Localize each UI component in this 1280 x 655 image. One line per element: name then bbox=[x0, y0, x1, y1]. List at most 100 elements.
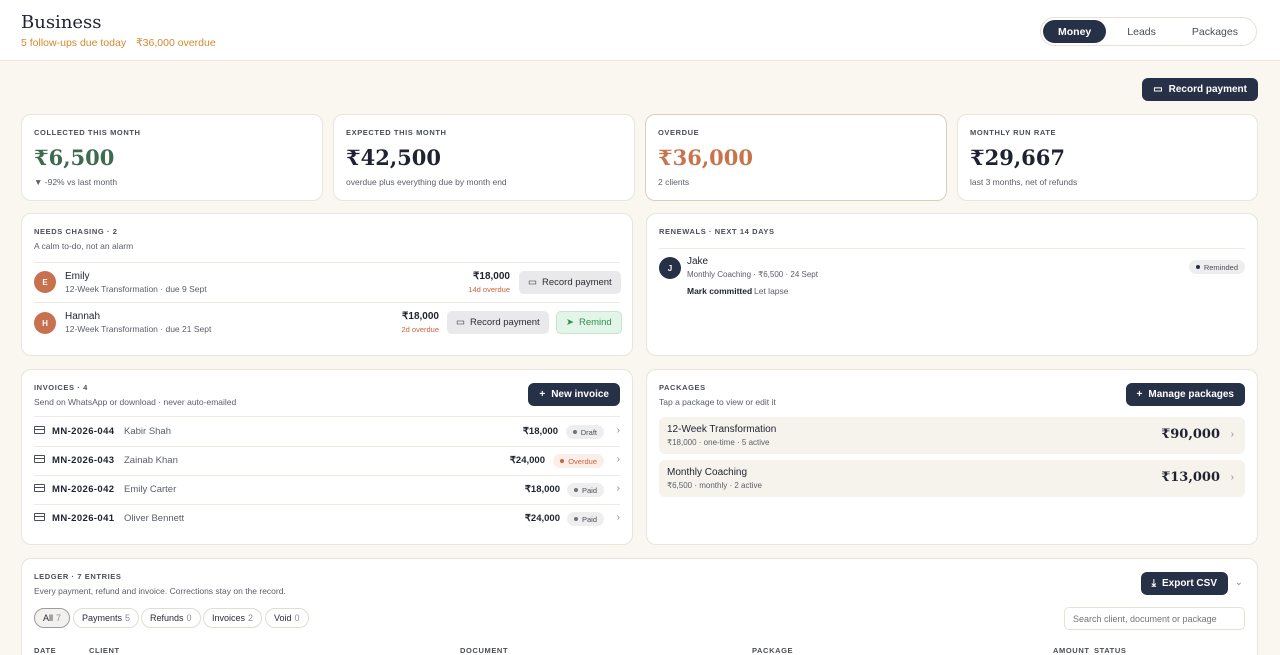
stat-value: ₹29,667 bbox=[970, 145, 1065, 170]
invoice-row[interactable]: MN-2026-044 Kabir Shah ₹18,000 Draft › bbox=[34, 417, 620, 446]
client-name[interactable]: Emily bbox=[65, 271, 89, 282]
section-title: LEDGER · 7 ENTRIES bbox=[34, 572, 122, 581]
download-icon: ⤓ bbox=[1151, 578, 1156, 589]
stat-card-expected: EXPECTED THIS MONTH ₹42,500 overdue plus… bbox=[333, 114, 635, 201]
send-icon: ➤ bbox=[566, 317, 574, 328]
followups-summary[interactable]: 5 follow-ups due today bbox=[21, 37, 126, 49]
packages-card: PACKAGES Tap a package to view or edit i… bbox=[646, 369, 1258, 545]
chevron-right-icon: › bbox=[616, 483, 620, 494]
stat-sub: 2 clients bbox=[658, 177, 690, 187]
package-name: Monthly Coaching bbox=[667, 467, 748, 478]
package-total: ₹90,000 bbox=[1161, 427, 1220, 442]
ledger-search-input[interactable] bbox=[1064, 607, 1245, 630]
invoice-amount: ₹24,000 bbox=[509, 455, 545, 466]
filter-count: 5 bbox=[125, 613, 131, 623]
status-dot bbox=[1195, 265, 1200, 269]
new-invoice-button[interactable]: + New invoice bbox=[528, 383, 620, 406]
stat-label: EXPECTED THIS MONTH bbox=[346, 128, 447, 137]
needs-chasing-card: NEEDS CHASING · 2 A calm to-do, not an a… bbox=[21, 213, 633, 356]
invoice-row[interactable]: MN-2026-043 Zainab Khan ₹24,000 Overdue … bbox=[34, 446, 620, 475]
section-title: INVOICES · 4 bbox=[34, 383, 88, 392]
column-header-package[interactable]: PACKAGE bbox=[752, 646, 793, 655]
divider bbox=[34, 262, 620, 263]
client-name[interactable]: Hannah bbox=[65, 311, 100, 322]
record-payment-label: Record payment bbox=[1168, 84, 1247, 95]
badge-label: Reminded bbox=[1203, 262, 1238, 272]
chevron-down-icon[interactable]: ⌄ bbox=[1235, 577, 1243, 588]
stat-sub: overdue plus everything due by month end bbox=[346, 177, 507, 187]
new-invoice-label: New invoice bbox=[551, 389, 609, 400]
section-subtitle: Tap a package to view or edit it bbox=[659, 397, 776, 407]
invoice-row[interactable]: MN-2026-042 Emily Carter ₹18,000 Paid › bbox=[34, 475, 620, 504]
chevron-right-icon: › bbox=[616, 425, 620, 436]
section-title: PACKAGES bbox=[659, 383, 706, 392]
package-total: ₹13,000 bbox=[1161, 470, 1220, 485]
filter-refunds[interactable]: Refunds 0 bbox=[141, 608, 201, 628]
status-dot bbox=[560, 459, 565, 463]
remind-button[interactable]: ➤ Remind bbox=[556, 311, 622, 334]
package-meta: ₹6,500 · monthly · 2 active bbox=[667, 481, 762, 490]
card-icon: ▭ bbox=[1153, 84, 1163, 95]
package-row[interactable]: 12-Week Transformation ₹18,000 · one-tim… bbox=[659, 417, 1245, 454]
filter-count: 7 bbox=[56, 613, 62, 623]
stat-card-run-rate: MONTHLY RUN RATE ₹29,667 last 3 months, … bbox=[957, 114, 1258, 201]
renewals-card: RENEWALS · NEXT 14 DAYS J Jake Monthly C… bbox=[646, 213, 1258, 356]
stat-label: OVERDUE bbox=[658, 128, 700, 137]
invoice-row[interactable]: MN-2026-041 Oliver Bennett ₹24,000 Paid … bbox=[34, 504, 620, 533]
record-payment-button[interactable]: ▭ Record payment bbox=[519, 271, 621, 294]
chevron-right-icon: › bbox=[1230, 429, 1234, 440]
page-title: Business bbox=[21, 12, 102, 33]
client-name[interactable]: Jake bbox=[687, 256, 708, 267]
filter-all[interactable]: All 7 bbox=[34, 608, 71, 628]
section-subtitle: A calm to-do, not an alarm bbox=[34, 241, 134, 251]
avatar: E bbox=[34, 271, 56, 293]
status-badge: Paid bbox=[566, 512, 604, 526]
column-header-status[interactable]: STATUS bbox=[1094, 646, 1127, 655]
tab-money[interactable]: Money bbox=[1043, 20, 1107, 43]
ledger-card: LEDGER · 7 ENTRIES Every payment, refund… bbox=[21, 558, 1258, 655]
invoice-amount: ₹18,000 bbox=[524, 484, 560, 495]
badge-label: Paid bbox=[581, 485, 597, 495]
invoice-icon bbox=[34, 426, 45, 434]
filter-label: Void bbox=[274, 613, 292, 623]
mark-committed-link[interactable]: Mark committed bbox=[687, 286, 752, 296]
record-payment-button[interactable]: ▭ Record payment bbox=[1142, 78, 1258, 101]
badge-label: Paid bbox=[581, 514, 597, 524]
column-header-client[interactable]: CLIENT bbox=[89, 646, 120, 655]
filter-invoices[interactable]: Invoices 2 bbox=[203, 608, 263, 628]
export-csv-button[interactable]: ⤓ Export CSV bbox=[1140, 572, 1228, 595]
card-icon: ▭ bbox=[528, 277, 537, 288]
invoice-number: MN-2026-043 bbox=[52, 455, 115, 466]
stat-card-overdue[interactable]: OVERDUE ₹36,000 2 clients bbox=[645, 114, 947, 201]
stat-sub: ▼ -92% vs last month bbox=[34, 177, 118, 187]
overdue-summary[interactable]: ₹36,000 overdue bbox=[136, 37, 216, 49]
invoice-icon bbox=[34, 513, 45, 521]
tab-packages[interactable]: Packages bbox=[1177, 20, 1254, 43]
invoice-client: Emily Carter bbox=[124, 484, 177, 495]
invoice-client: Zainab Khan bbox=[124, 455, 178, 466]
client-meta: 12-Week Transformation · due 21 Sept bbox=[65, 324, 212, 334]
filter-payments[interactable]: Payments 5 bbox=[73, 608, 140, 628]
badge-label: Draft bbox=[580, 427, 597, 437]
stat-value: ₹36,000 bbox=[658, 145, 753, 170]
section-subtitle: Send on WhatsApp or download · never aut… bbox=[34, 397, 237, 407]
column-header-date[interactable]: DATE bbox=[34, 646, 56, 655]
section-subtitle: Every payment, refund and invoice. Corre… bbox=[34, 586, 286, 596]
manage-packages-button[interactable]: + Manage packages bbox=[1125, 383, 1245, 406]
column-header-document[interactable]: DOCUMENT bbox=[460, 646, 508, 655]
filter-void[interactable]: Void 0 bbox=[265, 608, 309, 628]
tab-leads[interactable]: Leads bbox=[1112, 20, 1171, 43]
avatar: H bbox=[34, 312, 56, 334]
section-tabs: Money Leads Packages bbox=[1040, 17, 1257, 46]
package-row[interactable]: Monthly Coaching ₹6,500 · monthly · 2 ac… bbox=[659, 460, 1245, 497]
overdue-days: 14d overdue bbox=[468, 285, 510, 294]
invoices-card: INVOICES · 4 Send on WhatsApp or downloa… bbox=[21, 369, 633, 545]
manage-packages-label: Manage packages bbox=[1148, 389, 1234, 400]
badge-label: Overdue bbox=[568, 456, 597, 466]
status-badge: Draft bbox=[565, 425, 604, 439]
stat-label: COLLECTED THIS MONTH bbox=[34, 128, 141, 137]
record-payment-button[interactable]: ▭ Record payment bbox=[447, 311, 549, 334]
status-badge: Reminded bbox=[1188, 260, 1245, 274]
column-header-amount[interactable]: AMOUNT bbox=[1053, 646, 1090, 655]
let-lapse-link[interactable]: Let lapse bbox=[754, 286, 789, 296]
